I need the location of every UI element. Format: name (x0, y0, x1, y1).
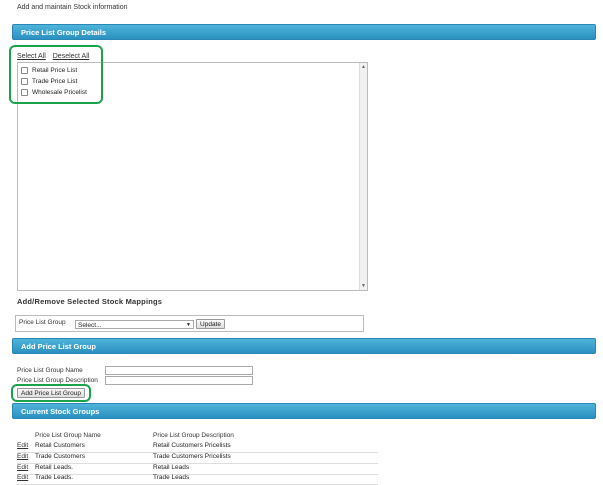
section-header-current: Current Stock Groups (12, 403, 596, 419)
section-header-add: Add Price List Group (12, 338, 596, 354)
group-description-label: Price List Group Description (17, 377, 98, 384)
group-name-input[interactable] (105, 366, 253, 375)
edit-link[interactable]: Edit (17, 453, 28, 460)
column-header-name: Price List Group Name (35, 432, 101, 439)
listbox-scrollbar[interactable]: ▲ ▼ (359, 63, 367, 290)
mapping-title: Add/Remove Selected Stock Mappings (17, 297, 163, 306)
chevron-down-icon: ▼ (186, 322, 191, 328)
price-list-listbox[interactable]: Retail Price List Trade Price List Whole… (17, 62, 368, 291)
page-subtitle: Add and maintain Stock information (17, 4, 128, 11)
group-name-label: Price List Group Name (17, 367, 83, 374)
group-description-cell: Retail Customers Pricelists (153, 442, 231, 449)
add-price-list-group-button[interactable]: Add Price List Group (17, 388, 85, 398)
group-name-cell: Retail Customers (35, 442, 85, 449)
price-list-item[interactable]: Trade Price List (21, 76, 77, 86)
mapping-label: Price List Group (19, 319, 66, 326)
edit-link[interactable]: Edit (17, 474, 28, 481)
section-header-details: Price List Group Details (12, 24, 596, 40)
mapping-row: Price List Group Select... ▼ Update (15, 315, 364, 332)
checkbox[interactable] (21, 77, 28, 85)
selection-links: Select All Deselect All (17, 53, 94, 60)
deselect-all-link[interactable]: Deselect All (53, 53, 90, 60)
group-description-cell: Trade Leads (153, 474, 190, 481)
table-row: Edit Trade Leads. Trade Leads (17, 473, 378, 485)
column-header-description: Price List Group Description (153, 432, 234, 439)
update-button[interactable]: Update (196, 319, 225, 329)
select-all-link[interactable]: Select All (17, 53, 46, 60)
select-value: Select... (78, 322, 102, 329)
group-name-cell: Trade Customers (35, 453, 85, 460)
price-list-group-select[interactable]: Select... ▼ (75, 320, 194, 329)
group-name-cell: Trade Leads. (35, 474, 74, 481)
checkbox[interactable] (21, 88, 28, 96)
group-description-cell: Trade Customers Pricelists (153, 453, 231, 460)
group-name-cell: Retail Leads. (35, 464, 73, 471)
scroll-up-icon[interactable]: ▲ (361, 64, 366, 70)
price-list-item-label: Trade Price List (32, 77, 78, 85)
price-list-item-label: Wholesale Pricelist (32, 88, 87, 96)
edit-link[interactable]: Edit (17, 464, 28, 471)
price-list-item[interactable]: Wholesale Pricelist (21, 87, 87, 97)
price-list-item[interactable]: Retail Price List (21, 65, 77, 75)
scroll-down-icon[interactable]: ▼ (361, 283, 366, 289)
price-list-item-label: Retail Price List (32, 66, 78, 74)
group-description-cell: Retail Leads (153, 464, 190, 471)
checkbox[interactable] (21, 66, 28, 74)
edit-link[interactable]: Edit (17, 442, 28, 449)
group-description-input[interactable] (105, 376, 253, 385)
